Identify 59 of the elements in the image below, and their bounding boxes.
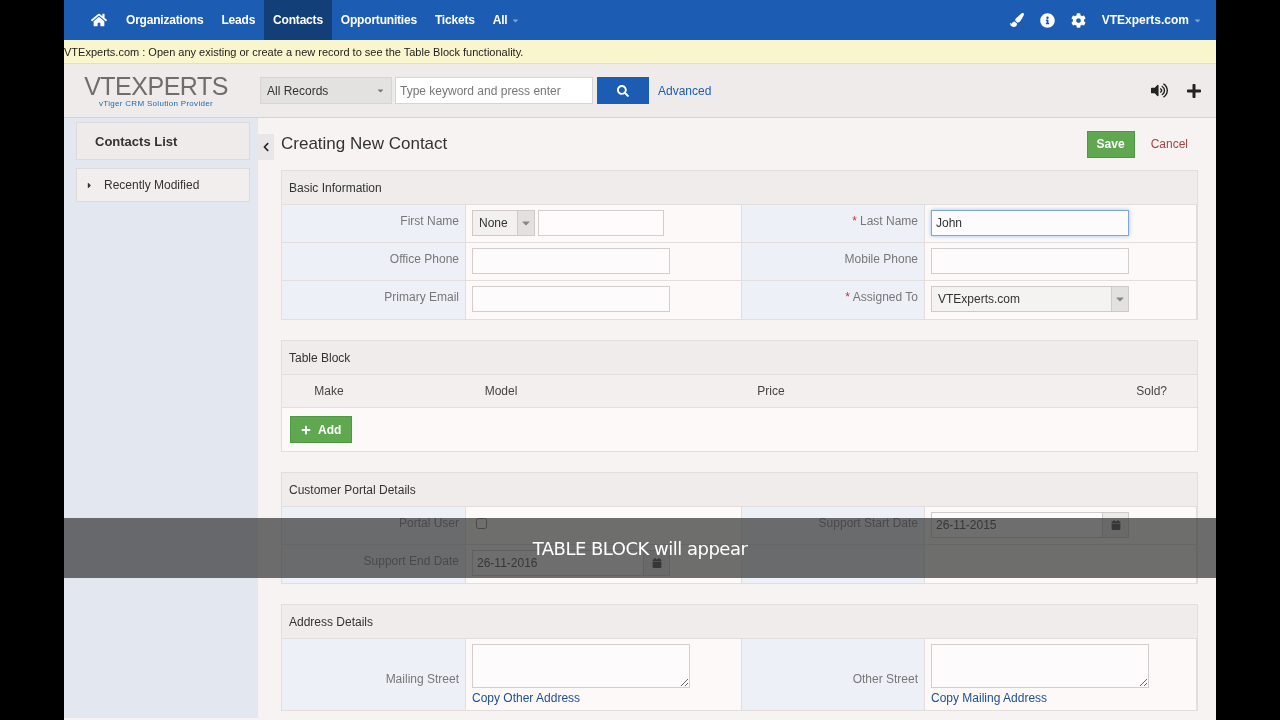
- page-title: Creating New Contact: [281, 134, 448, 154]
- field-label: Mobile Phone: [844, 252, 918, 266]
- field-label: Mailing Street: [385, 672, 459, 686]
- salutation-select[interactable]: None: [472, 210, 535, 236]
- speaker-icon[interactable]: [1151, 82, 1168, 99]
- block-title: Address Details: [282, 605, 1197, 639]
- nav-tab[interactable]: All: [483, 0, 530, 40]
- input-field[interactable]: [931, 248, 1129, 274]
- input-field[interactable]: [538, 210, 664, 236]
- nav-tab[interactable]: Contacts: [264, 0, 332, 40]
- nav-tab[interactable]: Organizations: [117, 0, 213, 40]
- settings-icon[interactable]: [1070, 12, 1086, 28]
- copy-address-link[interactable]: Copy Other Address: [472, 691, 735, 705]
- nav-tab[interactable]: Leads: [212, 0, 265, 40]
- field-label: Assigned To: [852, 290, 918, 304]
- advanced-link[interactable]: Advanced: [658, 83, 712, 98]
- nav-tab[interactable]: Opportunities: [331, 0, 426, 40]
- column-header: Sold?: [1136, 384, 1168, 398]
- plus-icon: [301, 424, 311, 435]
- logo-text: VTEXPERTS: [84, 73, 228, 99]
- caret-icon: [376, 86, 385, 95]
- block-title: Basic Information: [282, 171, 1197, 205]
- field-label: Last Name: [859, 214, 918, 228]
- caption-text: TABLE BLOCK will appear: [532, 537, 748, 559]
- search-icon: [617, 84, 629, 97]
- field-label: Other Street: [852, 672, 918, 686]
- required-mark: *: [852, 214, 857, 228]
- paintbrush-icon[interactable]: [1009, 13, 1024, 27]
- textarea-field[interactable]: [931, 644, 1149, 688]
- nav-tab[interactable]: Tickets: [425, 0, 484, 40]
- sidebar-item-label: Recently Modified: [104, 178, 200, 192]
- cancel-link[interactable]: Cancel: [1150, 137, 1188, 151]
- textarea-field[interactable]: [472, 644, 690, 688]
- info-icon[interactable]: [1039, 12, 1055, 28]
- required-mark: *: [845, 290, 850, 304]
- block-title: Customer Portal Details: [282, 473, 1197, 507]
- column-header: Make: [314, 384, 344, 398]
- notice-banner: VTExperts.com : Open any existing or create a new record to see the Table Block functionality.: [64, 40, 1216, 64]
- chevron-left-icon: [261, 142, 271, 152]
- user-menu[interactable]: VTExperts.com: [1101, 13, 1202, 27]
- column-header: Price: [757, 384, 785, 398]
- field-label: Primary Email: [384, 290, 459, 304]
- input-field[interactable]: [472, 286, 670, 312]
- field-label: First Name: [400, 214, 459, 228]
- sidebar-item[interactable]: Recently Modified: [76, 168, 250, 202]
- input-field[interactable]: [472, 248, 670, 274]
- input-field[interactable]: John: [931, 210, 1129, 236]
- logo-tagline: vTiger CRM Solution Provider: [99, 98, 213, 108]
- field-label: Office Phone: [389, 252, 459, 266]
- add-icon[interactable]: [1186, 82, 1202, 99]
- select-field[interactable]: VTExperts.com: [931, 286, 1129, 312]
- block-title: Table Block: [282, 341, 1197, 375]
- collapse-button[interactable]: [258, 134, 274, 160]
- search-field[interactable]: Type keyword and press enter: [395, 77, 593, 104]
- copy-address-link[interactable]: Copy Mailing Address: [931, 691, 1190, 705]
- search-button[interactable]: [597, 77, 649, 104]
- column-header: Model: [484, 384, 518, 398]
- sidebar-title: Contacts List: [76, 122, 250, 160]
- filter-select[interactable]: All Records: [260, 77, 392, 104]
